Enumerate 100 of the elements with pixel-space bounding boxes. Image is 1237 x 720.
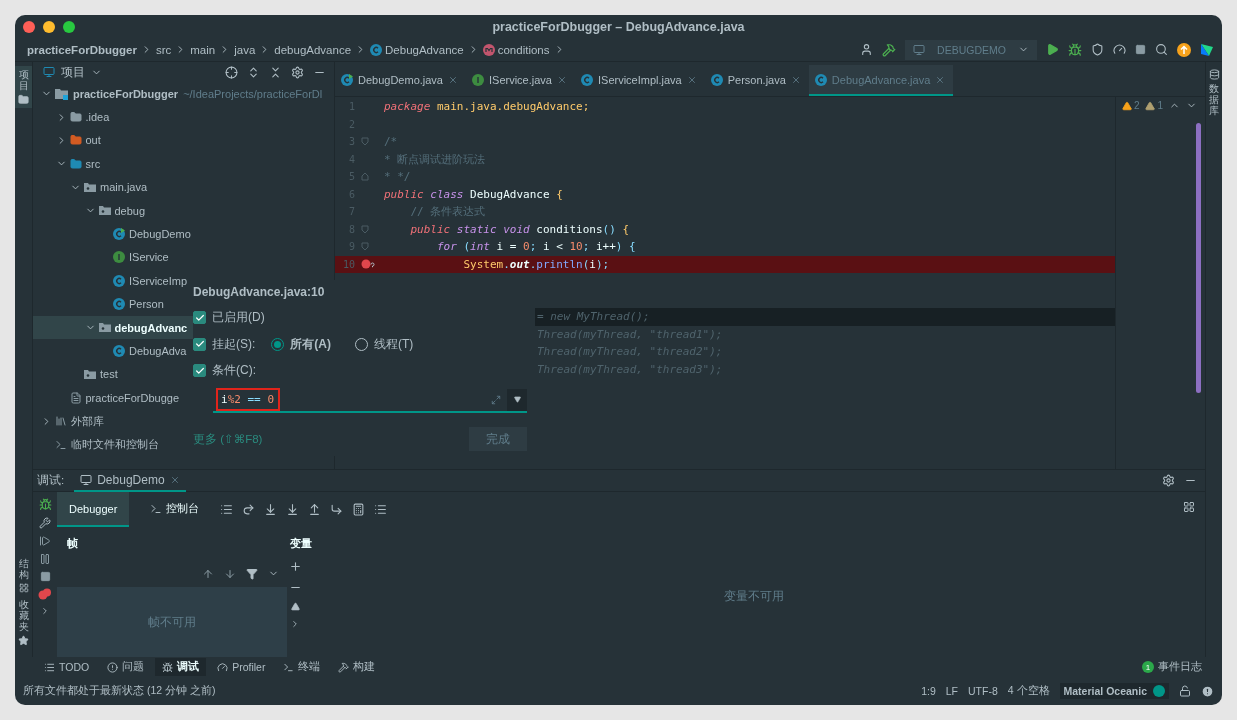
breadcrumb[interactable]: practiceForDbugger [27, 43, 137, 56]
pause-icon[interactable] [39, 553, 51, 565]
project-view-dropdown[interactable]: 项目 [43, 64, 102, 80]
window-icon [913, 43, 925, 56]
step-over-icon[interactable] [242, 503, 256, 516]
breadcrumb[interactable]: debugAdvance [274, 43, 352, 56]
step-into-icon[interactable] [286, 503, 300, 516]
calculator-icon[interactable] [352, 503, 366, 516]
tool-window-tab[interactable]: 收藏夹 [18, 596, 29, 649]
tool-window-button[interactable]: 构建 [331, 658, 383, 676]
close-button[interactable] [23, 20, 35, 33]
tree-item[interactable]: debug [33, 198, 334, 223]
expand-all-icon[interactable] [247, 65, 260, 79]
status-item[interactable]: LF [945, 685, 958, 697]
step-into-icon[interactable] [264, 503, 278, 516]
checkbox[interactable] [193, 364, 206, 377]
zoom-button[interactable] [63, 20, 75, 33]
breadcrumb[interactable]: main [190, 43, 216, 56]
filter-icon[interactable] [246, 567, 258, 580]
logo-icon[interactable] [1200, 42, 1214, 57]
close-icon[interactable] [169, 474, 180, 485]
checkbox[interactable] [193, 311, 206, 324]
up-icon[interactable] [290, 602, 300, 611]
more-icon[interactable] [290, 619, 300, 629]
status-item[interactable]: 1:9 [921, 685, 936, 697]
shield-icon[interactable] [1091, 43, 1104, 56]
trace-icon[interactable] [374, 503, 388, 516]
close-icon[interactable] [790, 74, 801, 85]
tool-window-tab[interactable]: 项目 [15, 66, 32, 108]
tool-window-tab[interactable]: 数据库 [1206, 66, 1222, 119]
close-icon[interactable] [557, 74, 567, 85]
search-icon[interactable] [1155, 43, 1168, 56]
close-icon[interactable] [448, 74, 458, 85]
settings-icon[interactable] [291, 65, 304, 79]
collapse-all-icon[interactable] [269, 65, 282, 79]
tool-window-button[interactable]: Profiler [210, 658, 273, 676]
tree-item[interactable]: out [33, 128, 334, 153]
editor-tab[interactable]: IService.java [466, 65, 575, 96]
status-item[interactable]: UTF-8 [968, 685, 998, 697]
run-to-cursor-icon[interactable] [330, 503, 344, 516]
settings-icon[interactable] [1162, 474, 1175, 487]
gauge-icon [217, 661, 229, 673]
status-item[interactable]: 4 个空格 [1007, 684, 1050, 698]
tool-window-tab[interactable]: 结构 [18, 555, 29, 596]
checkbox[interactable] [193, 337, 206, 351]
window-title: practiceForDbugger – DebugAdvance.java [492, 19, 745, 34]
expand-icon[interactable] [491, 394, 501, 405]
more-icon[interactable] [40, 606, 50, 616]
down-icon[interactable] [224, 567, 236, 580]
line-number: 10 [341, 258, 355, 270]
breadcrumb[interactable]: conditions [482, 43, 550, 56]
breadcrumb[interactable]: DebugAdvance [370, 43, 464, 56]
editor-tab[interactable]: DebugDemo.java [335, 65, 466, 96]
breadcrumb[interactable]: src [155, 43, 172, 56]
menu-icon[interactable] [220, 503, 234, 516]
update-icon[interactable] [1177, 42, 1191, 57]
editor-tab[interactable]: IServiceImpl.java [575, 65, 705, 96]
breakpoints-icon[interactable] [38, 588, 52, 600]
tool-window-button[interactable]: 调试 [155, 658, 207, 676]
tree-item[interactable]: DebugDemo [33, 222, 334, 246]
tree-item[interactable]: src [33, 152, 334, 176]
tool-window-button[interactable]: TODO [37, 658, 97, 676]
gauge-icon[interactable] [1113, 43, 1126, 56]
bug-icon[interactable] [1068, 42, 1082, 57]
layout-icon[interactable] [1183, 501, 1195, 513]
debugger-tab[interactable]: 控制台 [138, 492, 212, 527]
alert-icon[interactable] [1201, 684, 1214, 698]
editor-tab[interactable]: Person.java [704, 65, 809, 96]
user-icon[interactable] [860, 43, 873, 56]
theme-switcher[interactable]: Material Oceanic [1059, 683, 1169, 699]
add-icon[interactable] [288, 560, 302, 573]
panel-title: 调试: [37, 473, 65, 488]
bug-icon[interactable] [38, 498, 52, 511]
play-icon[interactable] [1046, 43, 1059, 56]
checkbox-label[interactable]: 条件(C): [212, 362, 256, 379]
history-dropdown-button[interactable] [507, 389, 527, 413]
tool-window-button[interactable]: 终端 [276, 658, 328, 676]
tree-item[interactable]: .idea [33, 105, 334, 129]
debugger-tab[interactable]: Debugger [57, 492, 130, 527]
breakpoint-icon[interactable] [361, 259, 375, 270]
resume-icon[interactable] [39, 535, 51, 547]
tool-window-button[interactable]: 问题 [100, 658, 152, 676]
tree-item[interactable]: practiceForDbugger ~/IdeaProjects/practiceForDl [33, 82, 334, 106]
unlock-icon[interactable] [1179, 685, 1191, 697]
breadcrumb[interactable]: java [234, 43, 256, 56]
tree-item[interactable]: IService [33, 245, 334, 270]
minimize-button[interactable] [43, 20, 55, 33]
stop-icon[interactable] [1135, 44, 1146, 55]
scrollbar[interactable] [1196, 123, 1201, 393]
event-log-button[interactable]: 事件日志 [1158, 660, 1202, 674]
wrench-icon[interactable] [39, 517, 51, 529]
empty-message: 变量不可用 [724, 589, 784, 604]
stop-icon[interactable] [39, 571, 51, 582]
close-icon[interactable] [686, 74, 697, 85]
condition-field[interactable]: i%2 == 0 [213, 389, 507, 413]
step-out-icon[interactable] [308, 503, 322, 516]
hammer-icon[interactable] [882, 42, 896, 57]
radio-label[interactable]: 线程(T) [374, 335, 414, 353]
locate-icon[interactable] [225, 65, 238, 79]
tree-item[interactable]: main.java [33, 175, 334, 199]
